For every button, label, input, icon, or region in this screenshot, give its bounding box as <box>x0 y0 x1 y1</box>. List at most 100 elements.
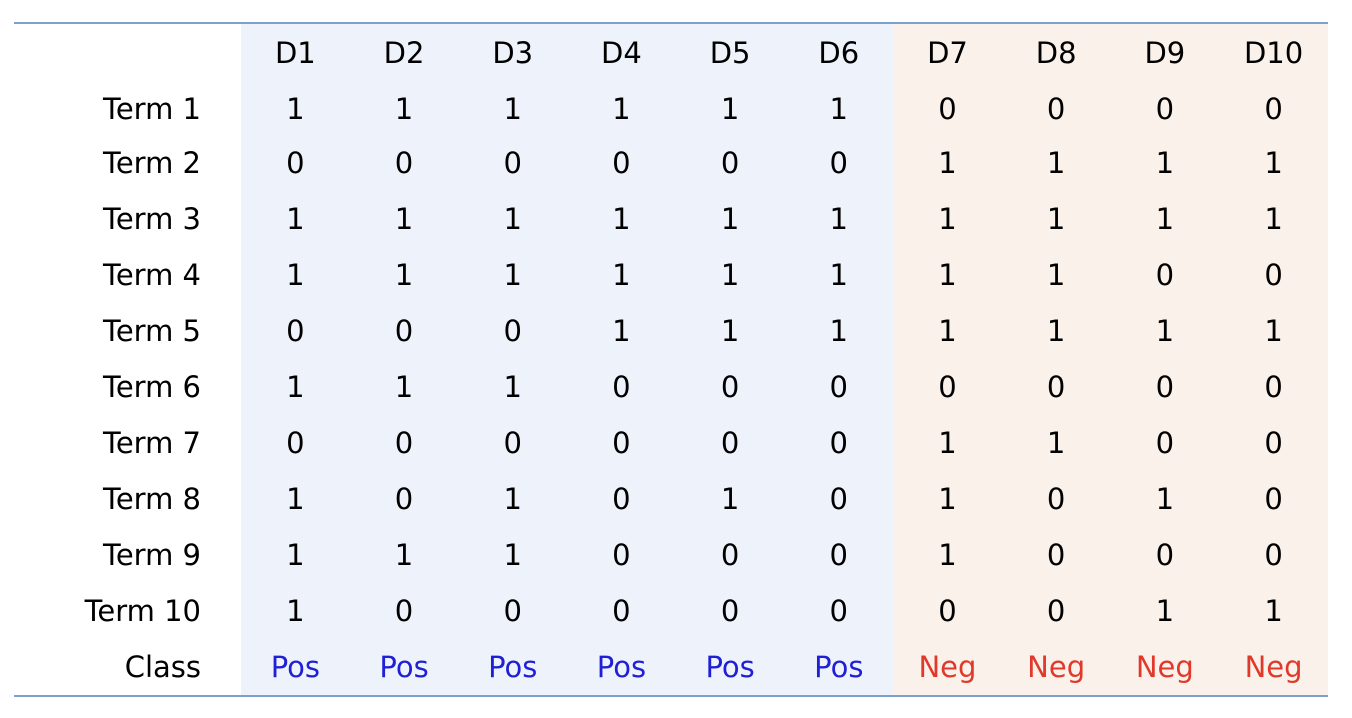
table-cell: 0 <box>1264 258 1283 292</box>
class-cell: Pos <box>488 650 538 684</box>
table-cell: 1 <box>612 314 631 348</box>
table-cell: 0 <box>1155 426 1175 460</box>
table-cell: 1 <box>720 258 740 292</box>
table-cell: 0 <box>503 146 522 180</box>
class-cell: Neg <box>1027 650 1086 684</box>
table-cell: 0 <box>503 594 522 628</box>
table-cell: 0 <box>829 594 848 628</box>
table-cell: 0 <box>720 426 740 460</box>
table-row: Term 3 1 1 1 1 1 1 1 1 1 1 <box>14 191 1328 247</box>
table-cell: 1 <box>1155 314 1175 348</box>
table-cell: 1 <box>286 258 305 292</box>
table-cell: 1 <box>938 146 957 180</box>
table-cell: 1 <box>829 202 848 236</box>
table-cell: 1 <box>503 202 522 236</box>
class-cell: Neg <box>918 650 977 684</box>
table-cell: 0 <box>829 538 848 572</box>
column-header: D5 <box>709 36 751 70</box>
row-label: Term 1 <box>103 91 201 126</box>
row-label: Term 9 <box>103 538 201 572</box>
table-cell: 0 <box>612 146 631 180</box>
table-cell: 1 <box>938 538 957 572</box>
table-row: Term 6 1 1 1 0 0 0 0 0 0 0 <box>14 359 1328 415</box>
table-cell: 1 <box>938 258 957 292</box>
table-cell: 1 <box>1046 426 1066 460</box>
table-cell: 0 <box>1046 594 1066 628</box>
class-cell: Pos <box>270 650 320 684</box>
table-cell: 0 <box>286 426 305 460</box>
table-cell: 1 <box>1264 594 1283 628</box>
table-cell: 1 <box>1264 202 1283 236</box>
table-cell: 1 <box>938 314 957 348</box>
table-cell: 1 <box>1046 202 1066 236</box>
table-cell: 0 <box>1264 482 1283 516</box>
table-cell: 1 <box>394 258 414 292</box>
table-row: Term 9 1 1 1 0 0 0 1 0 0 0 <box>14 527 1328 583</box>
table-cell: 0 <box>612 426 631 460</box>
table-cell: 1 <box>394 370 414 404</box>
table-cell: 1 <box>394 91 414 126</box>
table-cell: 1 <box>1155 482 1175 516</box>
table-cell: 1 <box>503 482 522 516</box>
table-cell: 1 <box>503 370 522 404</box>
table-cell: 1 <box>1264 314 1283 348</box>
header-row: D1 D2 D3 D4 D5 D6 D7 D8 D9 D10 <box>14 24 1328 82</box>
table-row: Term 5 0 0 0 1 1 1 1 1 1 1 <box>14 303 1328 359</box>
table-cell: 1 <box>1264 146 1283 180</box>
table-cell: 1 <box>829 258 848 292</box>
table-cell: 0 <box>503 426 522 460</box>
table-cell: 0 <box>1264 538 1283 572</box>
table-row: Term 8 1 0 1 0 1 0 1 0 1 0 <box>14 471 1328 527</box>
table-cell: 1 <box>503 91 522 126</box>
table-cell: 1 <box>612 202 631 236</box>
table-cell: 0 <box>1155 370 1175 404</box>
table-cell: 0 <box>720 370 740 404</box>
class-cell: Neg <box>1244 650 1303 684</box>
table-cell: 0 <box>394 482 414 516</box>
table-cell: 1 <box>286 91 305 126</box>
table-cell: 1 <box>720 91 740 126</box>
table-cell: 1 <box>1155 202 1175 236</box>
table-row: Term 4 1 1 1 1 1 1 1 1 0 0 <box>14 247 1328 303</box>
table-cell: 0 <box>720 594 740 628</box>
class-cell: Pos <box>705 650 755 684</box>
table-cell: 0 <box>612 370 631 404</box>
table-cell: 0 <box>394 426 414 460</box>
row-label: Term 6 <box>103 370 201 404</box>
table-cell: 1 <box>938 426 957 460</box>
table-cell: 0 <box>720 146 740 180</box>
table-row: Term 2 0 0 0 0 0 0 1 1 1 1 <box>14 135 1328 191</box>
table-cell: 0 <box>286 314 305 348</box>
table-cell: 0 <box>938 370 957 404</box>
table-cell: 0 <box>1155 91 1175 126</box>
table-cell: 1 <box>394 538 414 572</box>
table-cell: 0 <box>720 538 740 572</box>
table-cell: 1 <box>286 538 305 572</box>
table-cell: 1 <box>286 370 305 404</box>
table-cell: 1 <box>829 314 848 348</box>
column-header: D8 <box>1035 36 1077 70</box>
column-header: D2 <box>383 36 425 70</box>
table-cell: 1 <box>612 258 631 292</box>
table-row: Term 7 0 0 0 0 0 0 1 1 0 0 <box>14 415 1328 471</box>
table-cell: 0 <box>1046 538 1066 572</box>
table-cell: 0 <box>1264 426 1283 460</box>
table-cell: 0 <box>1046 482 1066 516</box>
column-header: D4 <box>601 36 642 70</box>
class-cell: Pos <box>379 650 429 684</box>
class-cell: Neg <box>1135 650 1194 684</box>
table-cell: 0 <box>938 91 957 126</box>
table-cell: 1 <box>720 482 740 516</box>
column-header: D10 <box>1243 36 1304 70</box>
table-body: Term 1 1 1 1 1 1 1 0 0 0 0 Term 2 0 0 0 0 0 0 1 1 1 1 Term 3 1 1… <box>14 82 1328 639</box>
table-cell: 0 <box>1046 370 1066 404</box>
table-cell: 1 <box>286 594 305 628</box>
table-cell: 0 <box>612 538 631 572</box>
table-row: Term 1 1 1 1 1 1 1 0 0 0 0 <box>14 82 1328 135</box>
row-label: Term 8 <box>103 482 201 516</box>
class-row: Class Pos Pos Pos Pos Pos Pos Neg Neg Ne… <box>14 639 1328 695</box>
table-cell: 0 <box>938 594 957 628</box>
column-header: D3 <box>492 36 534 70</box>
table-cell: 0 <box>394 146 414 180</box>
table-cell: 0 <box>829 482 848 516</box>
